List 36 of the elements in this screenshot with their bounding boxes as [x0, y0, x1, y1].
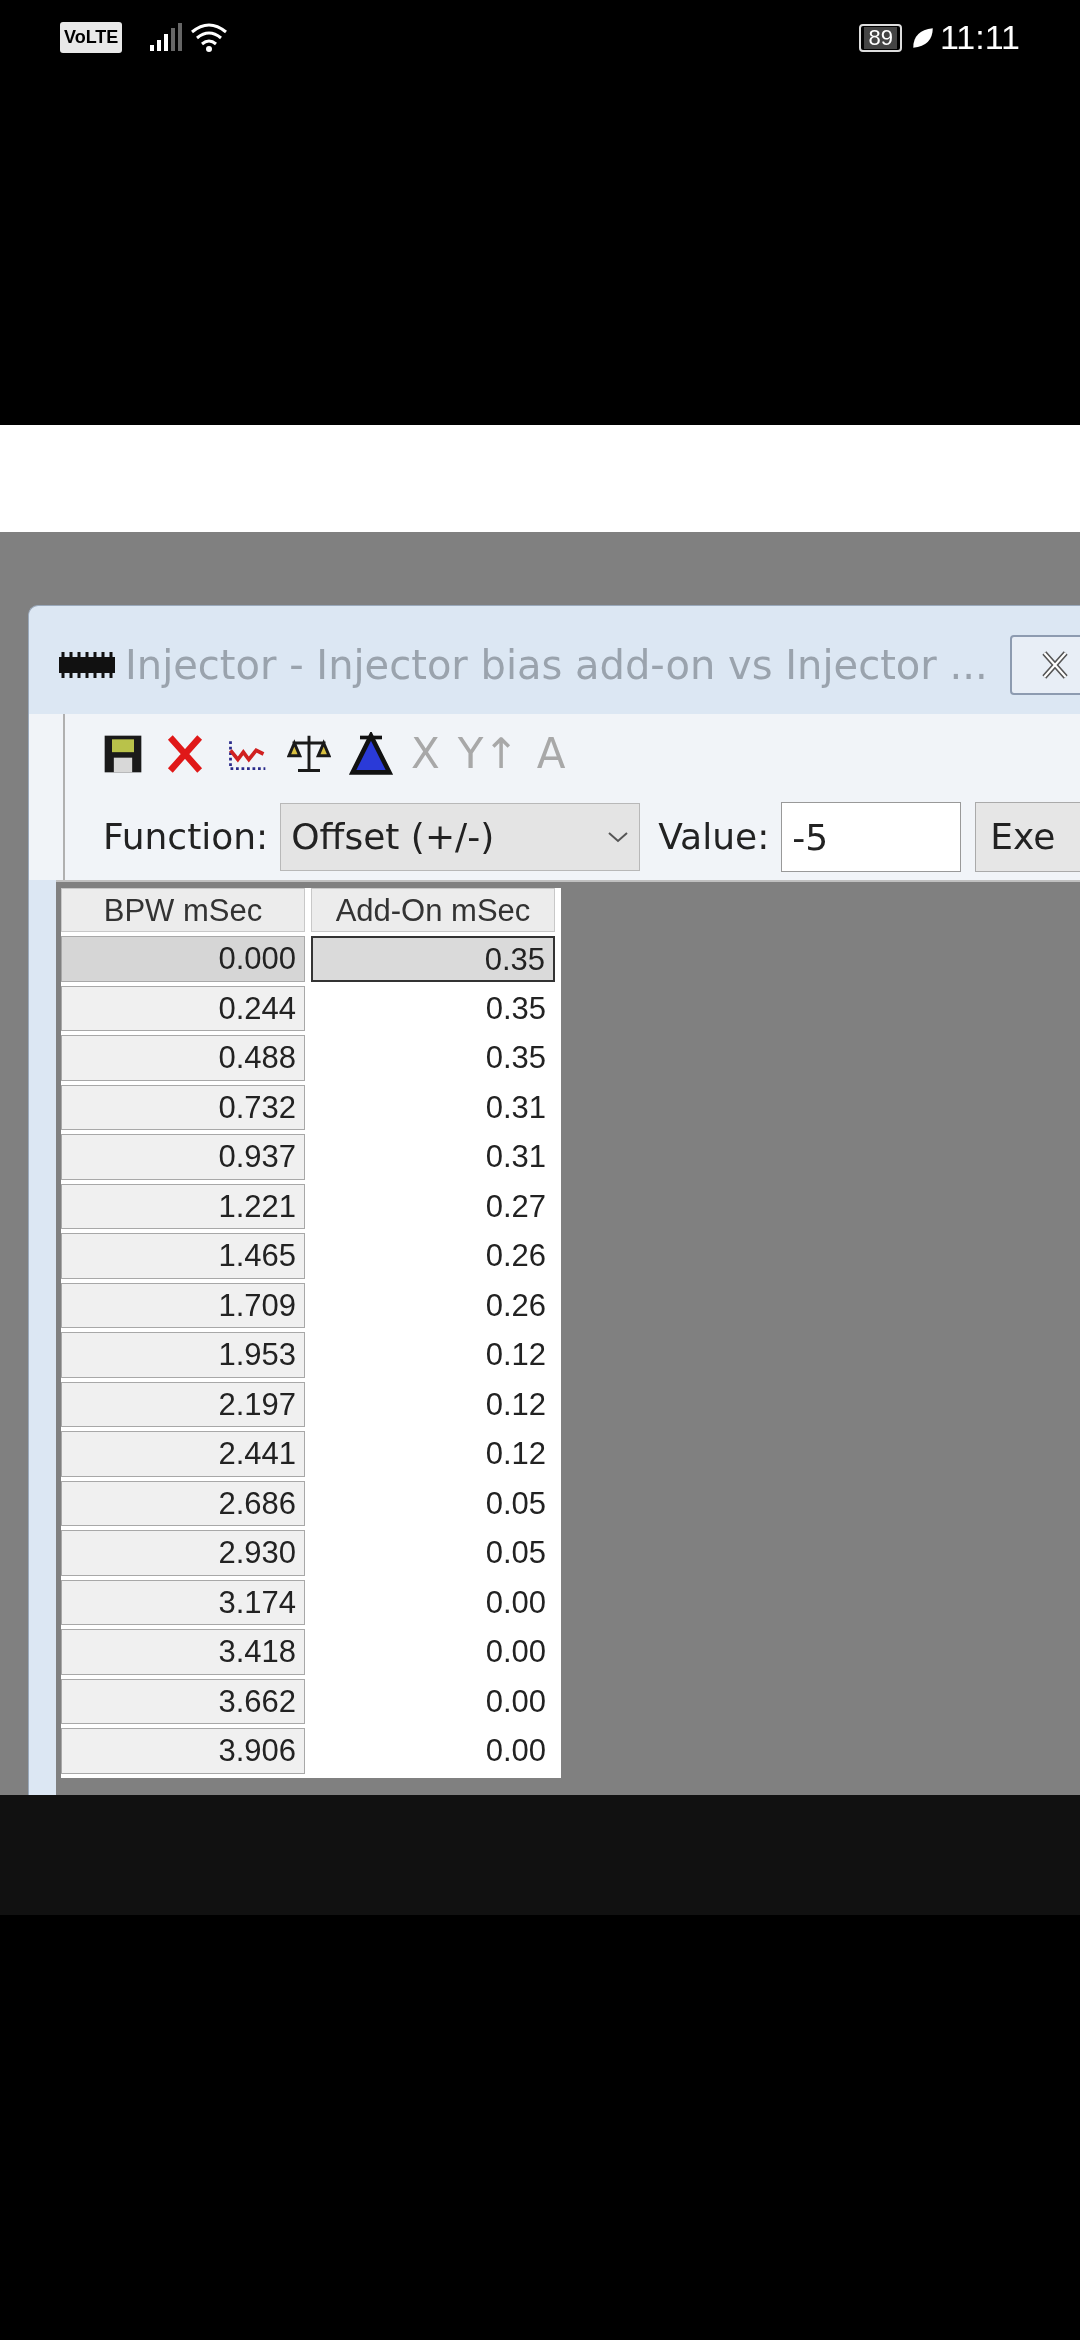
row-header-cell: 0.488: [61, 1035, 305, 1081]
function-label: Function:: [103, 815, 269, 859]
chip-icon: [59, 652, 115, 678]
row-header-cell: 2.197: [61, 1381, 305, 1427]
row-header-cell: 2.686: [61, 1480, 305, 1526]
triangle-icon[interactable]: [349, 732, 393, 776]
function-value: Offset (+/-): [291, 815, 496, 859]
signal-icon: [148, 22, 183, 53]
row-header-cell: 0.244: [61, 985, 305, 1031]
close-button[interactable]: [1009, 635, 1080, 695]
row-header-cell: 0.000: [61, 936, 305, 982]
column-header: Add-On mSec: [311, 888, 555, 932]
value-label: Value:: [658, 815, 770, 859]
row-header-cell: 3.174: [61, 1579, 305, 1625]
row-header-cell: 3.418: [61, 1629, 305, 1675]
value-field[interactable]: -5: [781, 802, 962, 872]
row-header-cell: 1.465: [61, 1233, 305, 1279]
row-header-cell: 1.953: [61, 1332, 305, 1378]
wifi-icon: [190, 21, 229, 54]
column-header: BPW mSec: [61, 888, 305, 932]
function-dropdown[interactable]: Offset (+/-): [280, 803, 641, 871]
row-header-cell: 1.709: [61, 1282, 305, 1328]
table-cell[interactable]: 0.35: [311, 936, 555, 982]
row-header-cell: 0.732: [61, 1084, 305, 1130]
execute-button[interactable]: Exe: [975, 802, 1080, 872]
window-title: Injector - Injector bias add-on vs Injector ...: [125, 641, 988, 690]
row-header-cell: 2.930: [61, 1530, 305, 1576]
chevron-down-icon: [607, 830, 630, 844]
volte-badge: VoLTE: [60, 22, 123, 53]
row-header-cell: 2.441: [61, 1431, 305, 1477]
battery-level: 89: [864, 26, 897, 49]
clock: 11:11: [939, 17, 1020, 58]
row-header-cell: 3.906: [61, 1728, 305, 1774]
row-header-cell: 0.937: [61, 1134, 305, 1180]
row-header-cell: 1.221: [61, 1183, 305, 1229]
row-header-cell: 3.662: [61, 1678, 305, 1724]
